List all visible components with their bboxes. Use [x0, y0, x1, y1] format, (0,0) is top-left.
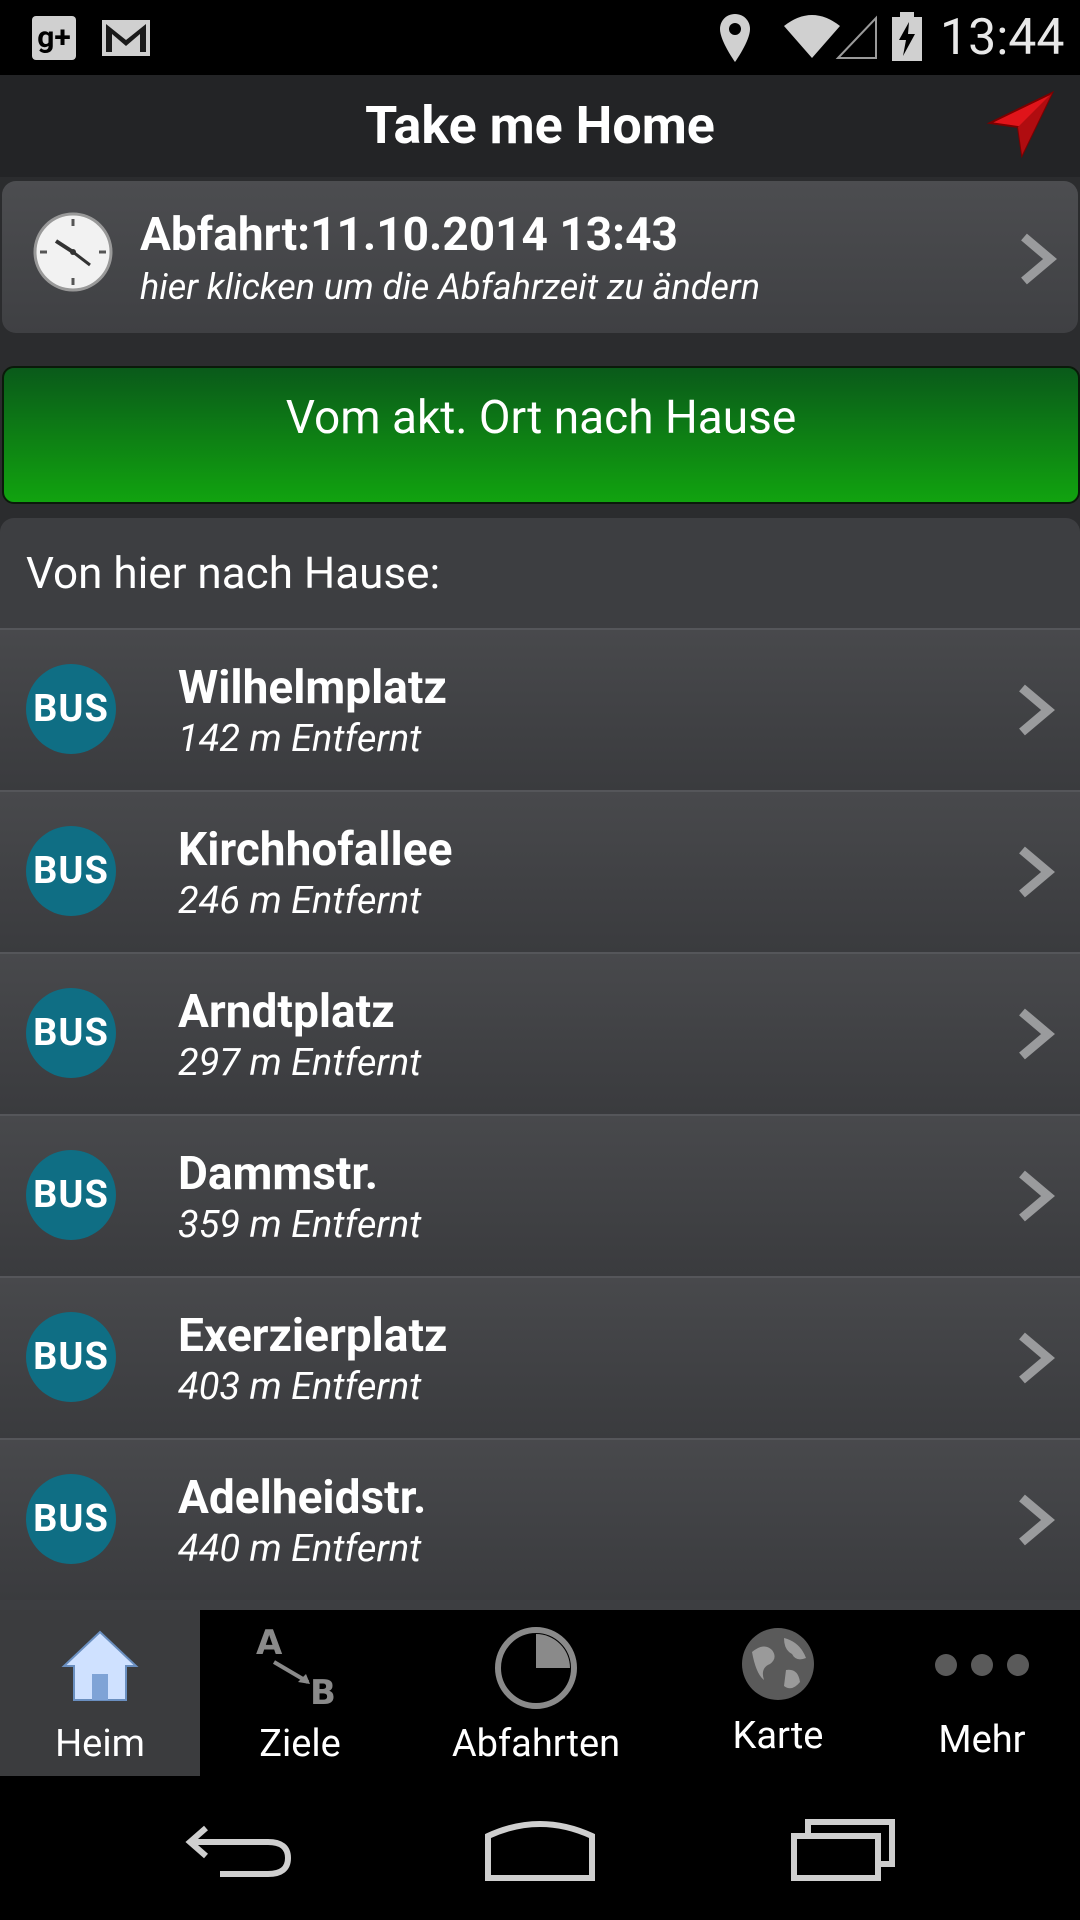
stop-name: Adelheidstr. [178, 1471, 427, 1525]
chevron-right-icon [1019, 1170, 1055, 1222]
stop-distance: 440 m Entfernt [178, 1527, 422, 1571]
tab-karte[interactable]: Karte [672, 1610, 884, 1776]
list-item[interactable]: BUS Exerzierplatz 403 m Entfernt [0, 1276, 1080, 1438]
list-item[interactable]: BUS Wilhelmplatz 142 m Entfernt [0, 628, 1080, 790]
stop-distance: 359 m Entfernt [178, 1203, 422, 1247]
bus-badge-icon: BUS [26, 664, 116, 754]
stops-list-header: Von hier nach Hause: [26, 547, 441, 599]
chevron-right-icon [1019, 846, 1055, 898]
bus-badge-icon: BUS [26, 988, 116, 1078]
back-icon[interactable] [180, 1806, 300, 1886]
action-bar: Take me Home [0, 75, 1080, 177]
tab-ziele[interactable]: A B Ziele [200, 1610, 400, 1776]
a-to-b-icon: A B [256, 1623, 336, 1710]
departure-time-card[interactable]: Abfahrt:11.10.2014 13:43 hier klicken um… [2, 181, 1078, 333]
google-plus-icon: g+ [32, 16, 76, 60]
tab-mehr[interactable]: Mehr [884, 1610, 1080, 1776]
stop-distance: 246 m Entfernt [178, 879, 422, 923]
stop-name: Dammstr. [178, 1147, 379, 1201]
stop-name: Wilhelmplatz [178, 661, 447, 715]
chevron-right-icon [1019, 1008, 1055, 1060]
departure-hint: hier klicken um die Abfahrzeit zu ändern [140, 266, 761, 308]
stops-list: Von hier nach Hause: BUS Wilhelmplatz 14… [0, 518, 1080, 1610]
chevron-right-icon [1019, 1494, 1055, 1546]
status-time: 13:44 [940, 9, 1065, 67]
tab-heim[interactable]: Heim [0, 1610, 200, 1776]
wifi-icon [784, 15, 877, 59]
house-icon [61, 1630, 139, 1701]
list-item[interactable]: BUS Kirchhofallee 246 m Entfernt [0, 790, 1080, 952]
tab-label: Heim [55, 1722, 145, 1766]
svg-text:B: B [310, 1673, 336, 1710]
tab-label: Mehr [938, 1718, 1026, 1762]
more-dots-icon [935, 1654, 1029, 1676]
bottom-tab-bar: Heim A B Ziele Abfahrten Karte Mehr [0, 1610, 1080, 1776]
system-navigation-bar [0, 1776, 1080, 1920]
svg-text:A: A [256, 1623, 283, 1663]
recents-icon[interactable] [784, 1806, 904, 1886]
navigation-arrow-icon[interactable] [986, 89, 1056, 159]
chevron-right-icon [1019, 684, 1055, 736]
tab-label: Karte [732, 1714, 824, 1758]
go-home-button[interactable]: Vom akt. Ort nach Hause [2, 366, 1080, 504]
tab-label: Abfahrten [451, 1722, 621, 1766]
battery-charging-icon [892, 12, 922, 61]
globe-icon [742, 1628, 814, 1700]
gmail-icon [102, 20, 150, 56]
pie-clock-icon [495, 1627, 577, 1709]
stop-name: Arndtplatz [178, 985, 395, 1039]
departure-label: Abfahrt:11.10.2014 13:43 [140, 208, 678, 262]
clock-icon [33, 212, 113, 292]
bus-badge-icon: BUS [26, 826, 116, 916]
home-icon[interactable] [480, 1806, 600, 1886]
stop-distance: 403 m Entfernt [178, 1365, 422, 1409]
bus-badge-icon: BUS [26, 1312, 116, 1402]
status-bar: g+ 13:44 [0, 0, 1080, 75]
bus-badge-icon: BUS [26, 1474, 116, 1564]
chevron-right-icon [1021, 233, 1057, 285]
chevron-right-icon [1019, 1332, 1055, 1384]
list-item[interactable]: BUS Adelheidstr. 440 m Entfernt [0, 1438, 1080, 1600]
stop-name: Exerzierplatz [178, 1309, 448, 1363]
stop-name: Kirchhofallee [178, 823, 453, 877]
page-title: Take me Home [365, 95, 715, 156]
tab-abfahrten[interactable]: Abfahrten [400, 1610, 672, 1776]
list-item[interactable]: BUS Dammstr. 359 m Entfernt [0, 1114, 1080, 1276]
bus-badge-icon: BUS [26, 1150, 116, 1240]
location-icon [720, 14, 750, 62]
stop-distance: 297 m Entfernt [178, 1041, 422, 1085]
stop-distance: 142 m Entfernt [178, 717, 422, 761]
tab-label: Ziele [259, 1722, 341, 1766]
list-item[interactable]: BUS Arndtplatz 297 m Entfernt [0, 952, 1080, 1114]
